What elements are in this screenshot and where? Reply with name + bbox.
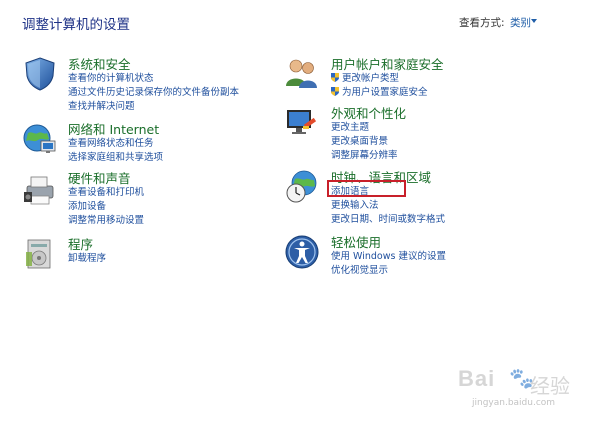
link-label: 更改帐户类型 (342, 73, 400, 84)
category-hardware: 硬件和声音 查看设备和打印机 添加设备 调整常用移动设置 (22, 168, 282, 228)
link-label: 为用户设置家庭安全 (342, 87, 428, 98)
category-system-security: 系统和安全 查看你的计算机状态 通过文件历史记录保存你的文件备份副本 查找并解决… (22, 54, 282, 114)
watermark-url: jingyan.baidu.com (472, 398, 556, 408)
view-by-label: 查看方式: (459, 17, 505, 29)
uac-shield-icon (331, 87, 339, 96)
category-clock-region: 时钟、语言和区域 添加语言 更换输入法 更改日期、时间或数字格式 (284, 167, 584, 227)
link-network-status[interactable]: 查看网络状态和任务 (68, 135, 154, 149)
category-programs: 程序 卸载程序 (22, 234, 282, 274)
link-computer-status[interactable]: 查看你的计算机状态 (68, 70, 154, 84)
link-change-account-type[interactable]: 更改帐户类型 (331, 70, 399, 84)
link-file-history[interactable]: 通过文件历史记录保存你的文件备份副本 (68, 84, 239, 98)
uac-shield-icon (331, 73, 339, 82)
programs-icon[interactable] (22, 236, 58, 272)
clock-globe-icon[interactable] (284, 169, 320, 205)
link-troubleshoot[interactable]: 查找并解决问题 (68, 98, 135, 112)
link-change-theme[interactable]: 更改主题 (331, 119, 369, 133)
category-ease-of-access: 轻松使用 使用 Windows 建议的设置 优化视觉显示 (284, 232, 584, 278)
link-desktop-background[interactable]: 更改桌面背景 (331, 133, 388, 147)
link-add-device[interactable]: 添加设备 (68, 198, 106, 212)
link-optimize-display[interactable]: 优化视觉显示 (331, 262, 388, 276)
printer-icon[interactable] (22, 172, 58, 208)
link-change-input-method[interactable]: 更换输入法 (331, 197, 379, 211)
users-icon[interactable] (284, 56, 320, 92)
chevron-down-icon[interactable] (531, 19, 537, 23)
accessibility-icon[interactable] (284, 234, 320, 270)
link-family-safety[interactable]: 为用户设置家庭安全 (331, 84, 428, 98)
link-uninstall[interactable]: 卸载程序 (68, 250, 106, 264)
view-by-dropdown[interactable]: 类别 (510, 15, 531, 30)
link-date-time-format[interactable]: 更改日期、时间或数字格式 (331, 211, 445, 225)
watermark-logo: Bai (458, 366, 496, 391)
link-recommended-settings[interactable]: 使用 Windows 建议的设置 (331, 248, 446, 262)
network-globe-icon[interactable] (22, 121, 58, 157)
category-appearance: 外观和个性化 更改主题 更改桌面背景 调整屏幕分辨率 (284, 103, 584, 163)
category-network: 网络和 Internet 查看网络状态和任务 选择家庭组和共享选项 (22, 119, 282, 165)
watermark-brand: 经验 (530, 374, 570, 398)
page-title: 调整计算机的设置 (22, 17, 130, 33)
shield-icon[interactable] (22, 56, 58, 92)
highlight-annotation-box (327, 180, 406, 197)
link-homegroup[interactable]: 选择家庭组和共享选项 (68, 149, 163, 163)
link-mobility-settings[interactable]: 调整常用移动设置 (68, 212, 144, 226)
monitor-personalize-icon[interactable] (284, 105, 320, 141)
link-screen-resolution[interactable]: 调整屏幕分辨率 (331, 147, 398, 161)
link-devices-printers[interactable]: 查看设备和打印机 (68, 184, 144, 198)
category-user-accounts: 用户帐户和家庭安全 更改帐户类型 为用户设置家庭安全 (284, 54, 584, 100)
